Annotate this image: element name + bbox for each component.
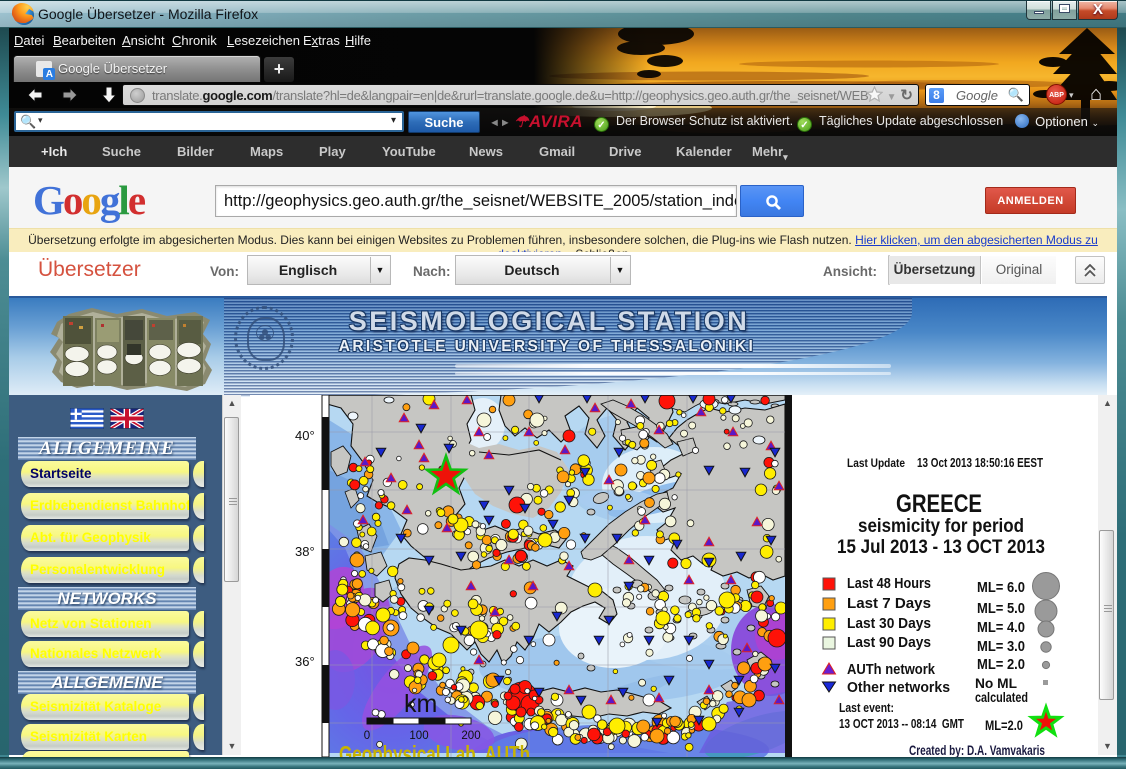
svg-text:AUTh network: AUTh network bbox=[847, 662, 936, 678]
svg-text:Last 30 Days: Last 30 Days bbox=[847, 615, 931, 632]
svg-text:GREECE: GREECE bbox=[896, 490, 982, 518]
svg-text:ML= 5.0: ML= 5.0 bbox=[977, 600, 1025, 617]
svg-text:15 Jul 2013 - 13 OCT 2013: 15 Jul 2013 - 13 OCT 2013 bbox=[837, 536, 1045, 558]
svg-text:Last event:: Last event: bbox=[839, 701, 894, 715]
svg-text:ML=2.0: ML=2.0 bbox=[985, 717, 1023, 733]
svg-text:13 Oct 2013 18:50:16 EEST: 13 Oct 2013 18:50:16 EEST bbox=[917, 456, 1043, 470]
svg-text:36°: 36° bbox=[295, 654, 315, 669]
svg-text:Last Update: Last Update bbox=[847, 458, 905, 470]
svg-text:Geophysical Lab, AUTh: Geophysical Lab, AUTh bbox=[339, 741, 530, 757]
svg-text:Last 48 Hours: Last 48 Hours bbox=[847, 575, 931, 592]
svg-text:Other networks: Other networks bbox=[847, 680, 950, 696]
svg-text:Created by: D.A. Vamvakaris: Created by: D.A. Vamvakaris bbox=[909, 743, 1045, 757]
svg-text:calculated: calculated bbox=[975, 690, 1028, 705]
svg-text:13 OCT 2013 -- 08:14 GMT: 13 OCT 2013 -- 08:14 GMT bbox=[839, 717, 964, 731]
svg-text:38°: 38° bbox=[295, 544, 315, 559]
svg-text:ML= 4.0: ML= 4.0 bbox=[977, 619, 1025, 636]
svg-text:seismicity for period: seismicity for period bbox=[858, 516, 1024, 537]
svg-text:ML= 2.0: ML= 2.0 bbox=[977, 656, 1025, 673]
svg-text:No ML: No ML bbox=[975, 676, 1017, 691]
svg-text:Last 7 Days: Last 7 Days bbox=[847, 595, 931, 612]
svg-text:km: km bbox=[404, 690, 437, 718]
svg-text:ML= 3.0: ML= 3.0 bbox=[977, 638, 1025, 655]
svg-text:ML= 6.0: ML= 6.0 bbox=[977, 579, 1025, 596]
svg-text:Last 90 Days: Last 90 Days bbox=[847, 634, 931, 651]
svg-text:40°: 40° bbox=[295, 428, 315, 443]
